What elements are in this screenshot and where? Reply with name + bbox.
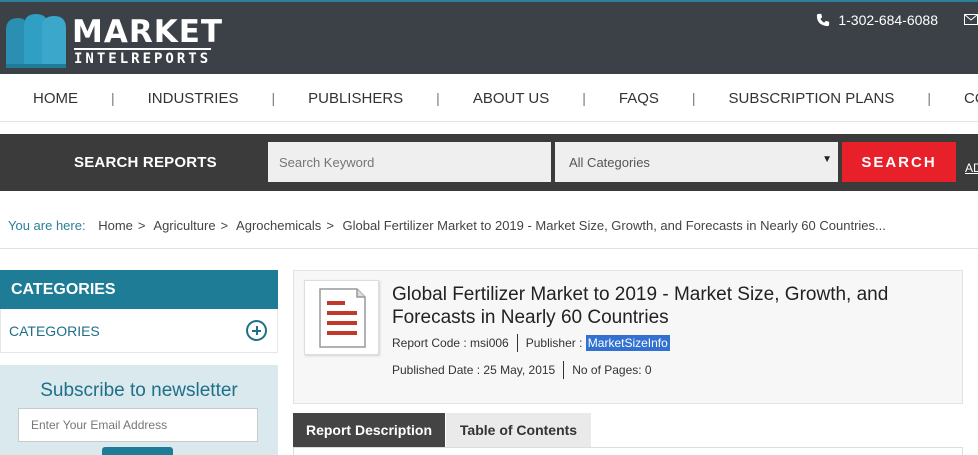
sidebar-categories-label: CATEGORIES	[9, 322, 100, 339]
report-thumbnail	[304, 280, 379, 355]
search-button[interactable]: SEARCH	[842, 142, 956, 182]
expand-plus-icon[interactable]	[246, 320, 267, 341]
nav-item-publishers[interactable]: PUBLISHERS	[308, 90, 403, 107]
report-card: Global Fertilizer Market to 2019 - Marke…	[293, 270, 963, 404]
tab-report-description[interactable]: Report Description	[293, 413, 445, 447]
nav-separator: |	[271, 90, 276, 106]
nav-item-faqs[interactable]: FAQS	[619, 90, 659, 107]
search-bar: SEARCH REPORTS All Categories ▼ SEARCH A…	[0, 134, 978, 191]
advanced-search-link[interactable]: AD	[965, 161, 978, 175]
tab-table-of-contents[interactable]: Table of Contents	[446, 413, 591, 447]
sidebar-categories-row[interactable]: CATEGORIES	[0, 309, 278, 353]
sidebar-categories-header: CATEGORIES	[0, 270, 278, 309]
nav-item-contact[interactable]: CONTACT	[964, 90, 978, 107]
logo-word-intelreports: INTELREPORTS	[74, 48, 212, 67]
breadcrumb-agrochemicals[interactable]: Agrochemicals	[236, 218, 321, 233]
report-meta-line-2: Published Date : 25 May, 2015 No of Page…	[392, 361, 652, 379]
site-logo[interactable]: MARKET INTELREPORTS	[2, 12, 222, 68]
logo-mark-icon	[6, 14, 66, 68]
meta-separator	[563, 361, 565, 379]
breadcrumb-separator: >	[220, 218, 229, 233]
logo-word-market: MARKET	[72, 14, 224, 50]
newsletter-title: Subscribe to newsletter	[40, 380, 238, 401]
page: MARKET INTELREPORTS 1-302-684-6088 HOME …	[0, 0, 978, 455]
nav-item-industries[interactable]: INDUSTRIES	[148, 90, 239, 107]
nav-separator: |	[582, 90, 586, 106]
publisher-link[interactable]: MarketSizeInfo	[585, 335, 670, 351]
category-select[interactable]: All Categories ▼	[555, 142, 838, 182]
category-select-value: All Categories	[569, 154, 650, 170]
nav-separator: |	[691, 90, 696, 106]
document-icon	[319, 288, 366, 348]
breadcrumb-home[interactable]: Home	[98, 218, 133, 233]
tab-content-panel	[293, 447, 963, 455]
newsletter-email-input[interactable]: Enter Your Email Address	[18, 408, 258, 442]
nav-separator: |	[436, 90, 440, 106]
search-keyword-input[interactable]	[268, 142, 551, 182]
page-count: No of Pages: 0	[572, 363, 652, 377]
divider	[0, 248, 978, 249]
breadcrumb-lead: You are here:	[8, 218, 86, 233]
dropdown-arrow-icon: ▼	[822, 154, 832, 165]
nav-separator: |	[927, 90, 932, 106]
breadcrumb-agriculture[interactable]: Agriculture	[153, 218, 215, 233]
meta-separator	[516, 334, 518, 352]
newsletter-subscribe-button[interactable]	[102, 447, 173, 455]
published-date: Published Date : 25 May, 2015	[392, 363, 556, 377]
publisher-label: Publisher :	[525, 336, 583, 350]
nav-separator: |	[111, 90, 115, 106]
nav-item-home[interactable]: HOME	[33, 90, 78, 107]
breadcrumb: You are here: Home > Agriculture > Agroche…	[8, 218, 886, 233]
newsletter-box: Subscribe to newsletter Enter Your Email…	[0, 365, 278, 455]
top-header: MARKET INTELREPORTS 1-302-684-6088	[0, 0, 978, 74]
search-reports-label: SEARCH REPORTS	[74, 154, 217, 171]
mail-icon[interactable]	[964, 14, 978, 25]
nav-item-subscription-plans[interactable]: SUBSCRIPTION PLANS	[729, 90, 895, 107]
report-code: Report Code : msi006	[392, 336, 509, 350]
breadcrumb-separator: >	[326, 218, 334, 233]
phone-icon	[817, 13, 830, 27]
nav-item-about-us[interactable]: ABOUT US	[473, 90, 549, 107]
main-nav: HOME | INDUSTRIES | PUBLISHERS | ABOUT U…	[0, 74, 978, 122]
report-meta-line-1: Report Code : msi006 Publisher : MarketS…	[392, 334, 670, 352]
phone-number: 1-302-684-6088	[838, 12, 938, 28]
report-title: Global Fertilizer Market to 2019 - Marke…	[392, 284, 889, 328]
phone-contact[interactable]: 1-302-684-6088	[816, 12, 938, 28]
breadcrumb-current: Global Fertilizer Market to 2019 - Marke…	[342, 218, 886, 233]
breadcrumb-separator: >	[137, 218, 146, 233]
